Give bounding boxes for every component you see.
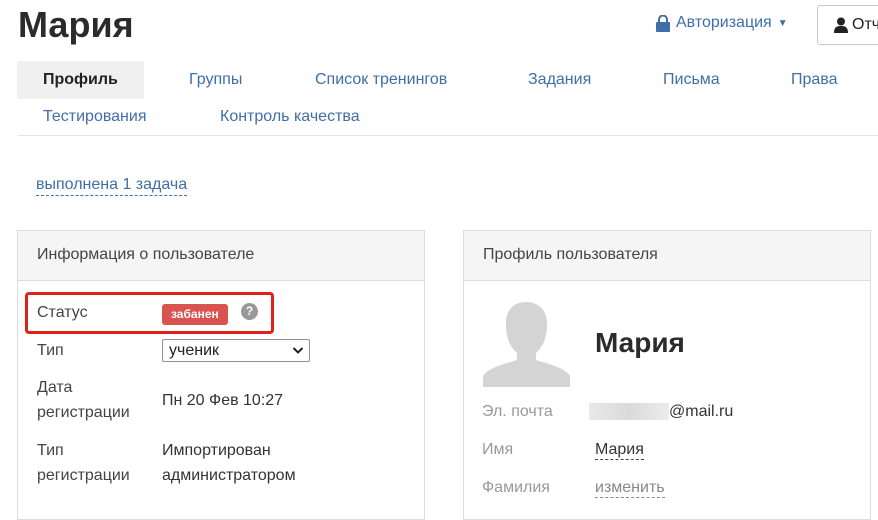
reg-type-value-line2: администратором — [162, 467, 296, 484]
chevron-down-icon — [292, 340, 304, 368]
tab-rights[interactable]: Права — [791, 61, 838, 99]
page-title: Мария — [18, 4, 134, 45]
type-label: Тип — [37, 342, 64, 359]
last-name-label: Фамилия — [482, 479, 550, 496]
authorization-dropdown[interactable]: Авторизация ▼ — [656, 14, 788, 32]
status-badge: забанен — [162, 304, 228, 325]
first-name-value[interactable]: Мария — [595, 441, 644, 460]
email-value: @mail.ru — [669, 403, 734, 420]
reg-type-label-line1: Тип — [37, 442, 64, 459]
user-profile-heading: Профиль пользователя — [483, 246, 658, 263]
tab-profile[interactable]: Профиль — [17, 61, 144, 99]
first-name-label: Имя — [482, 441, 514, 458]
reg-date-label-line1: Дата — [37, 379, 73, 396]
user-icon — [834, 17, 848, 33]
tab-testing[interactable]: Тестирования — [43, 98, 147, 136]
completed-tasks-link[interactable]: выполнена 1 задача — [36, 176, 188, 196]
user-info-panel-header: Информация о пользователе — [18, 231, 424, 281]
nav-divider — [18, 135, 878, 136]
user-profile-panel-header: Профиль пользователя — [464, 231, 870, 281]
reg-type-value-line1: Импортирован — [162, 442, 271, 459]
tab-letters[interactable]: Письма — [663, 61, 720, 99]
help-icon[interactable]: ? — [241, 303, 258, 320]
lock-icon — [656, 14, 670, 32]
tab-tasks[interactable]: Задания — [528, 61, 591, 99]
avatar-placeholder-icon — [483, 302, 570, 387]
caret-down-icon: ▼ — [777, 17, 788, 29]
email-label: Эл. почта — [482, 403, 553, 420]
reg-type-label-line2: регистрации — [37, 467, 130, 484]
email-redacted — [589, 403, 669, 420]
tab-groups[interactable]: Группы — [189, 61, 242, 99]
report-button[interactable]: Отч — [817, 5, 878, 45]
user-type-select[interactable]: ученик — [162, 339, 310, 362]
profile-name: Мария — [595, 327, 685, 358]
reg-date-label-line2: регистрации — [37, 404, 130, 421]
authorization-label: Авторизация — [676, 14, 772, 31]
user-type-value: ученик — [169, 342, 220, 359]
user-info-heading: Информация о пользователе — [37, 246, 255, 263]
last-name-edit-link[interactable]: изменить — [595, 479, 665, 498]
status-label: Статус — [37, 304, 88, 321]
tab-trainings[interactable]: Список тренингов — [315, 61, 447, 99]
reg-date-value: Пн 20 Фев 10:27 — [162, 392, 284, 409]
tab-quality-control[interactable]: Контроль качества — [220, 98, 360, 136]
report-button-label: Отч — [852, 16, 878, 33]
